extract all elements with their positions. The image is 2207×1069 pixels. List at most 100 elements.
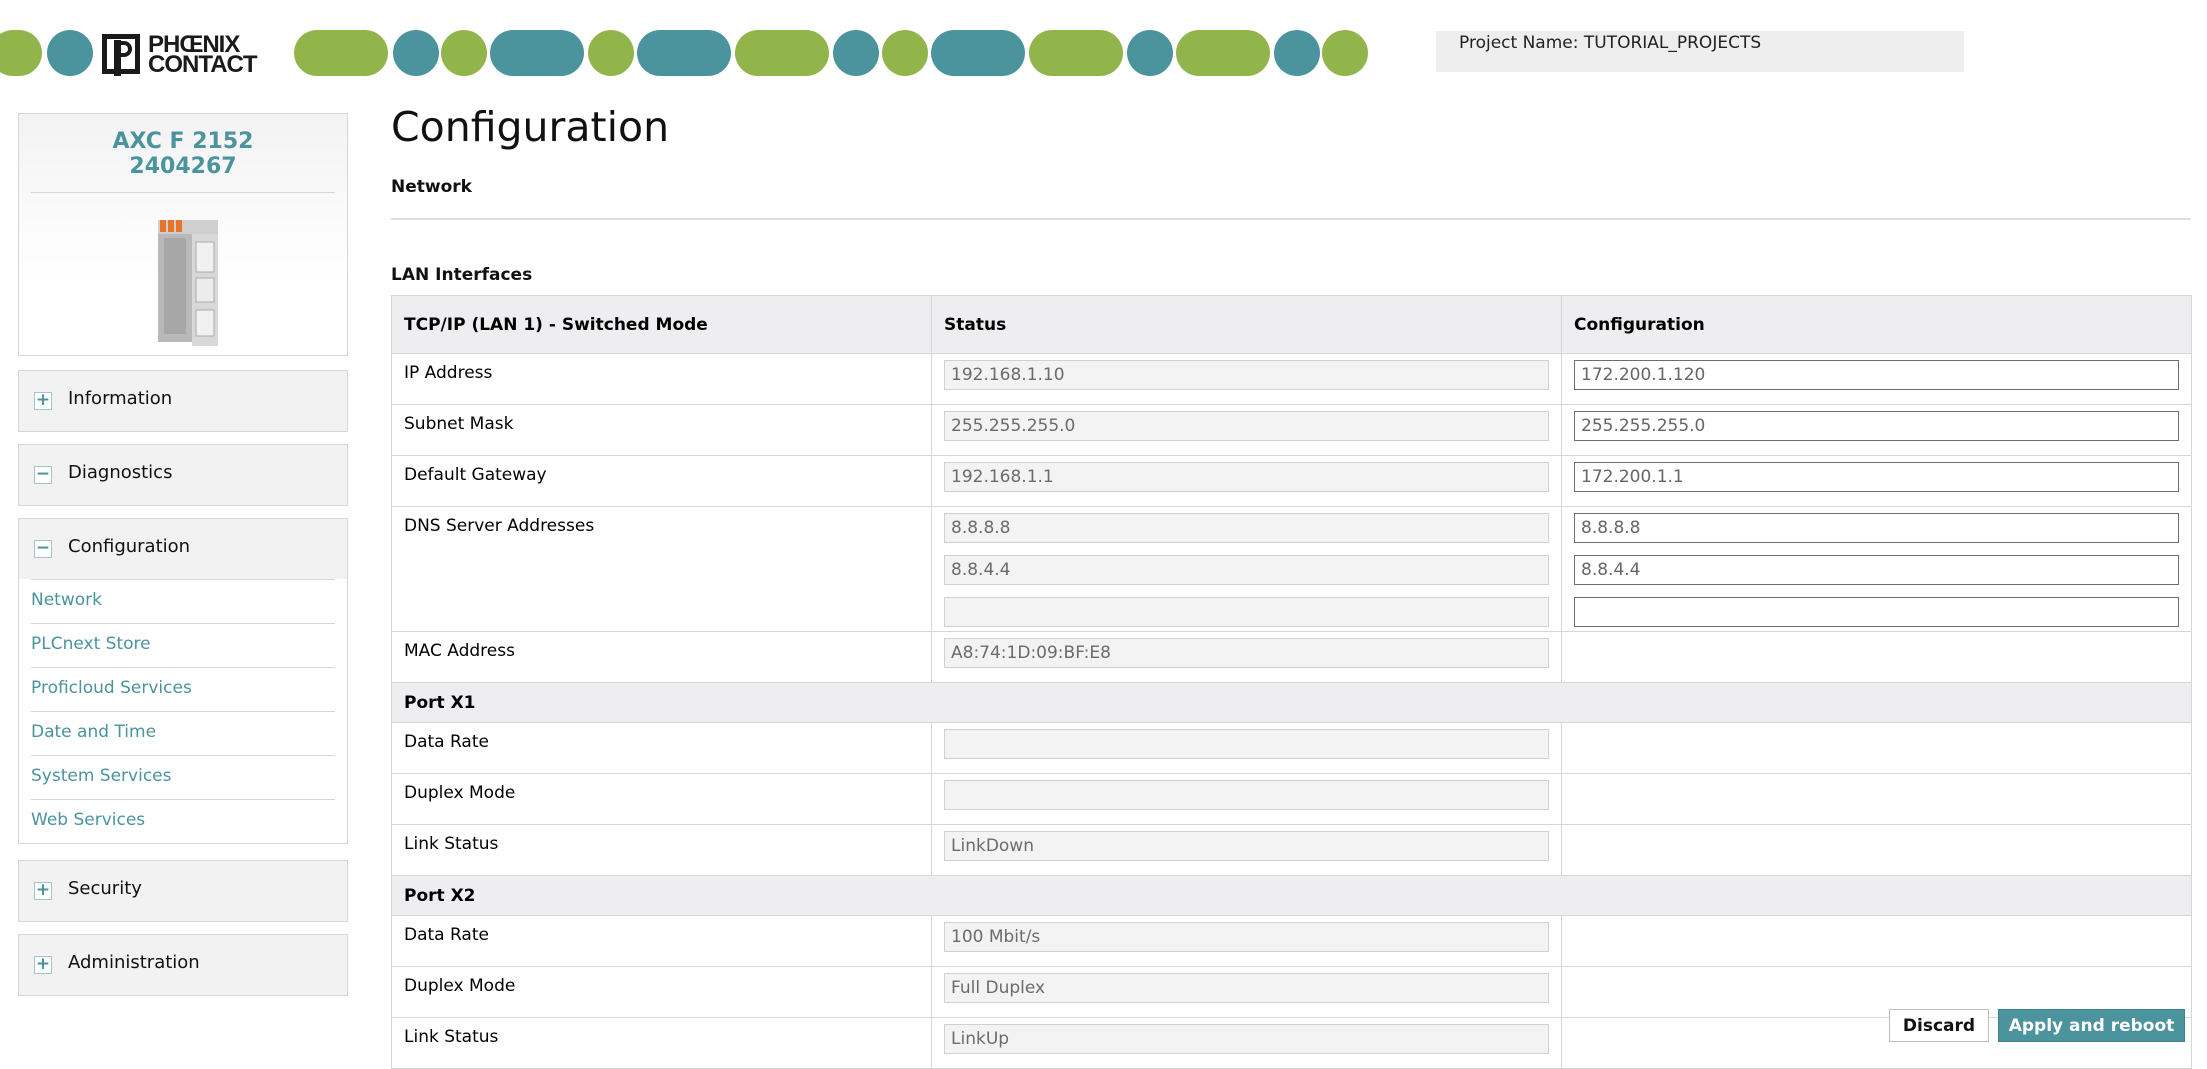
banner-dot — [1274, 30, 1320, 76]
collapse-minus-icon[interactable]: − — [34, 540, 52, 558]
discard-button[interactable]: Discard — [1889, 1009, 1989, 1042]
subnav-web-services[interactable]: Web Services — [31, 799, 335, 843]
subnet-mask-config-input[interactable] — [1574, 411, 2179, 441]
lan-interfaces-table: TCP/IP (LAN 1) - Switched Mode Status Co… — [391, 295, 2192, 1069]
banner-dot — [637, 30, 731, 76]
nav-label: Security — [68, 878, 142, 899]
dns1-config-input[interactable] — [1574, 513, 2179, 543]
x2-data-rate-status-field — [944, 922, 1549, 952]
page-title: Configuration — [391, 103, 670, 151]
logo-text-line2: CONTACT — [148, 51, 258, 78]
nav-section-information: + Information — [18, 370, 348, 432]
page-subtitle: Network — [391, 177, 472, 197]
x2-duplex-status-field — [944, 973, 1549, 1003]
banner-dot — [882, 30, 928, 76]
x1-duplex-status-field — [944, 780, 1549, 810]
table-row: MAC Address — [391, 631, 2192, 683]
expand-plus-icon[interactable]: + — [34, 956, 52, 974]
group-label-port-x1: Port X1 — [391, 682, 2192, 723]
nav-header-diagnostics[interactable]: − Diagnostics — [19, 445, 347, 505]
phoenix-contact-logo: PHŒNIX CONTACT — [100, 32, 286, 78]
project-name: Project Name: TUTORIAL_PROJECTS — [1459, 33, 1762, 53]
gateway-status-field — [944, 462, 1549, 492]
table-row: Link Status — [391, 824, 2192, 876]
dns1-status-field — [944, 513, 1549, 543]
group-row-port-x2: Port X2 — [391, 875, 2192, 916]
expand-plus-icon[interactable]: + — [34, 392, 52, 410]
empty-cell — [1561, 915, 2192, 967]
empty-cell — [1561, 722, 2192, 774]
controller-device-image — [158, 220, 218, 346]
divider — [391, 218, 2191, 220]
banner-dot — [931, 30, 1025, 76]
x2-link-status-field — [944, 1024, 1549, 1054]
row-label-x1-link-status: Link Status — [391, 824, 932, 876]
dns2-status-field — [944, 555, 1549, 585]
subnav-plcnext-store[interactable]: PLCnext Store — [31, 623, 335, 667]
row-label-default-gateway: Default Gateway — [391, 455, 932, 507]
table-row: Duplex Mode — [391, 773, 2192, 825]
row-label-x1-duplex-mode: Duplex Mode — [391, 773, 932, 825]
x1-data-rate-status-field — [944, 729, 1549, 759]
nav-label: Configuration — [68, 536, 191, 557]
nav-section-security: + Security — [18, 860, 348, 922]
subnav-network[interactable]: Network — [31, 579, 335, 623]
nav-label: Diagnostics — [68, 462, 173, 483]
row-label-subnet-mask: Subnet Mask — [391, 404, 932, 456]
logo-mark-icon — [100, 32, 146, 78]
group-label-port-x2: Port X2 — [391, 875, 2192, 916]
dns3-status-field — [944, 597, 1549, 627]
row-label-x1-data-rate: Data Rate — [391, 722, 932, 774]
lan-interfaces-heading: LAN Interfaces — [391, 265, 533, 285]
nav-header-configuration[interactable]: − Configuration — [19, 519, 347, 579]
table-row: Data Rate — [391, 722, 2192, 774]
banner-dot — [490, 30, 584, 76]
row-label-mac-address: MAC Address — [391, 631, 932, 683]
nav-label: Administration — [68, 952, 200, 973]
device-card: AXC F 2152 2404267 — [18, 113, 348, 356]
nav-section-diagnostics: − Diagnostics — [18, 444, 348, 506]
nav-header-security[interactable]: + Security — [19, 861, 347, 921]
banner-dot — [393, 30, 439, 76]
mac-address-status-field — [944, 638, 1549, 668]
table-row: Data Rate — [391, 915, 2192, 967]
group-row-port-x1: Port X1 — [391, 682, 2192, 723]
table-row: DNS Server Addresses — [391, 506, 2192, 632]
column-header-interface: TCP/IP (LAN 1) - Switched Mode — [391, 295, 932, 354]
empty-cell — [1561, 824, 2192, 876]
banner-dot — [1322, 30, 1368, 76]
nav-header-information[interactable]: + Information — [19, 371, 347, 431]
row-label-x2-data-rate: Data Rate — [391, 915, 932, 967]
subnav-system-services[interactable]: System Services — [31, 755, 335, 799]
nav-section-administration: + Administration — [18, 934, 348, 996]
expand-plus-icon[interactable]: + — [34, 882, 52, 900]
apply-and-reboot-button[interactable]: Apply and reboot — [1998, 1009, 2185, 1042]
gateway-config-input[interactable] — [1574, 462, 2179, 492]
column-header-status: Status — [931, 295, 1562, 354]
dns2-config-input[interactable] — [1574, 555, 2179, 585]
nav-header-administration[interactable]: + Administration — [19, 935, 347, 995]
row-label-x2-link-status: Link Status — [391, 1017, 932, 1069]
banner-dot — [588, 30, 634, 76]
subnav-date-and-time[interactable]: Date and Time — [31, 711, 335, 755]
row-label-ip-address: IP Address — [391, 353, 932, 405]
x1-link-status-field — [944, 831, 1549, 861]
project-name-box: Project Name: TUTORIAL_PROJECTS — [1436, 31, 1964, 72]
configuration-submenu: Network PLCnext Store Proficloud Service… — [19, 579, 347, 843]
collapse-minus-icon[interactable]: − — [34, 466, 52, 484]
subnav-proficloud-services[interactable]: Proficloud Services — [31, 667, 335, 711]
banner-dot — [294, 30, 388, 76]
ip-address-status-field — [944, 360, 1549, 390]
banner-dot — [1029, 30, 1123, 76]
banner-dot — [1127, 30, 1173, 76]
empty-cell — [1561, 773, 2192, 825]
subnet-mask-status-field — [944, 411, 1549, 441]
banner-dot — [833, 30, 879, 76]
ip-address-config-input[interactable] — [1574, 360, 2179, 390]
banner-dot — [0, 30, 42, 76]
table-row: Default Gateway — [391, 455, 2192, 507]
banner-dot — [47, 30, 93, 76]
device-article-number: 2404267 — [129, 154, 237, 179]
dns3-config-input[interactable] — [1574, 597, 2179, 627]
banner-dot — [1176, 30, 1270, 76]
